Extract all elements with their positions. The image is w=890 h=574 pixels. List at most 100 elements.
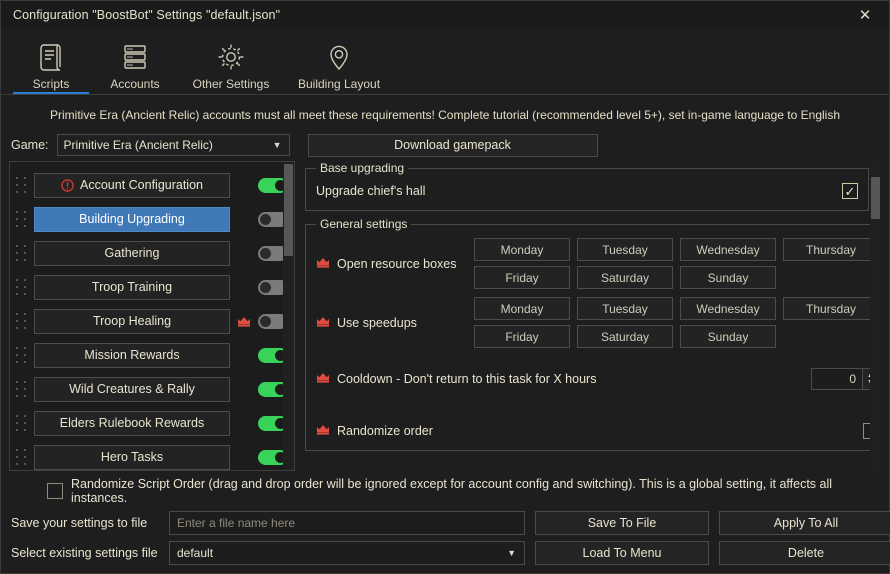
save-settings-row: Save your settings to file Save To File … — [11, 511, 879, 535]
drag-handle-icon[interactable] — [14, 209, 28, 229]
day-button-friday[interactable]: Friday — [474, 325, 570, 348]
day-button-wednesday[interactable]: Wednesday — [680, 238, 776, 261]
drag-handle-icon[interactable] — [14, 447, 28, 467]
panel-scrollbar-thumb[interactable] — [871, 177, 880, 219]
day-button-wednesday[interactable]: Wednesday — [680, 297, 776, 320]
open-resource-boxes-days: Monday Tuesday Wednesday Thursday Friday… — [474, 238, 879, 289]
save-to-file-button[interactable]: Save To File — [535, 511, 709, 535]
tab-accounts-label: Accounts — [110, 77, 159, 91]
drag-handle-icon[interactable] — [14, 175, 28, 195]
game-select-value: Primitive Era (Ancient Relic) — [64, 138, 213, 152]
tab-scripts[interactable]: Scripts — [9, 30, 93, 94]
drag-handle-icon[interactable] — [14, 379, 28, 399]
script-item-wild-creatures-rally[interactable]: Wild Creatures & Rally — [34, 377, 230, 402]
delete-button[interactable]: Delete — [719, 541, 890, 565]
window-title: Configuration "BoostBot" Settings "defau… — [13, 8, 280, 22]
randomize-order-row: Randomize order — [314, 418, 881, 444]
upgrade-chiefs-hall-checkbox[interactable] — [842, 183, 858, 199]
requirements-notice: Primitive Era (Ancient Relic) accounts m… — [1, 95, 889, 129]
script-item-gathering[interactable]: Gathering — [34, 241, 230, 266]
crown-icon — [316, 316, 330, 330]
script-item-label: Wild Creatures & Rally — [69, 382, 195, 396]
gear-icon — [216, 40, 246, 74]
crown-icon — [316, 424, 330, 438]
base-upgrading-legend: Base upgrading — [316, 161, 408, 175]
game-selection-row: Game: Primitive Era (Ancient Relic) ▼ Do… — [1, 129, 889, 161]
general-settings-group: General settings Open resource boxes Mon… — [305, 217, 881, 451]
script-item-troop-healing[interactable]: Troop Healing — [34, 309, 230, 334]
load-to-menu-button[interactable]: Load To Menu — [535, 541, 709, 565]
list-item: Hero Tasks — [10, 440, 294, 471]
script-item-troop-training[interactable]: Troop Training — [34, 275, 230, 300]
randomize-order-text: Randomize order — [337, 424, 433, 438]
day-button-saturday[interactable]: Saturday — [577, 325, 673, 348]
tab-building-layout[interactable]: Building Layout — [285, 30, 393, 94]
sidebar-scrollbar-thumb[interactable] — [284, 164, 293, 256]
script-item-elders-rulebook-rewards[interactable]: Elders Rulebook Rewards — [34, 411, 230, 436]
general-settings-legend: General settings — [316, 217, 411, 231]
filename-input[interactable] — [169, 511, 525, 535]
game-label: Game: — [11, 138, 49, 152]
apply-to-all-button[interactable]: Apply To All — [719, 511, 890, 535]
tab-scripts-label: Scripts — [33, 77, 70, 91]
day-button-tuesday[interactable]: Tuesday — [577, 238, 673, 261]
days-row-2: Friday Saturday Sunday — [474, 325, 879, 348]
sidebar-scrollbar[interactable] — [283, 162, 294, 470]
scroll-icon — [37, 40, 65, 74]
use-speedups-label: Use speedups — [316, 316, 474, 330]
save-settings-label: Save your settings to file — [11, 516, 159, 530]
list-item: Wild Creatures & Rally — [10, 372, 294, 406]
select-settings-row: Select existing settings file default ▼ … — [11, 541, 879, 565]
map-pin-icon — [325, 40, 353, 74]
cooldown-text: Cooldown - Don't return to this task for… — [337, 372, 596, 386]
close-icon[interactable]: ✕ — [845, 2, 885, 28]
day-button-saturday[interactable]: Saturday — [577, 266, 673, 289]
cooldown-stepper[interactable]: 0 ▲ ▼ — [811, 368, 879, 390]
script-item-building-upgrading[interactable]: Building Upgrading — [34, 207, 230, 232]
game-select[interactable]: Primitive Era (Ancient Relic) ▼ — [57, 134, 290, 156]
list-item: Troop Training — [10, 270, 294, 304]
tab-bar: Scripts Accounts Other Sett — [1, 29, 889, 95]
day-button-tuesday[interactable]: Tuesday — [577, 297, 673, 320]
open-resource-boxes-row: Open resource boxes Monday Tuesday Wedne… — [314, 234, 881, 293]
script-item-label: Elders Rulebook Rewards — [60, 416, 205, 430]
script-item-mission-rewards[interactable]: Mission Rewards — [34, 343, 230, 368]
list-item: Mission Rewards — [10, 338, 294, 372]
day-button-thursday[interactable]: Thursday — [783, 238, 879, 261]
settings-file-value: default — [177, 546, 213, 560]
day-button-monday[interactable]: Monday — [474, 297, 570, 320]
days-row-1: Monday Tuesday Wednesday Thursday — [474, 297, 879, 320]
warning-icon — [61, 179, 74, 192]
settings-panel: Base upgrading Upgrade chief's hall Gene… — [305, 161, 881, 471]
drag-handle-icon[interactable] — [14, 413, 28, 433]
script-item-account-configuration[interactable]: Account Configuration — [34, 173, 230, 198]
list-item: Elders Rulebook Rewards — [10, 406, 294, 440]
drag-handle-icon[interactable] — [14, 311, 28, 331]
download-gamepack-button[interactable]: Download gamepack — [308, 134, 598, 157]
script-item-hero-tasks[interactable]: Hero Tasks — [34, 445, 230, 470]
script-item-label: Building Upgrading — [79, 212, 185, 226]
use-speedups-days: Monday Tuesday Wednesday Thursday Friday… — [474, 297, 879, 348]
days-row-2: Friday Saturday Sunday — [474, 266, 879, 289]
drag-handle-icon[interactable] — [14, 345, 28, 365]
crown-icon — [236, 316, 252, 327]
drag-handle-icon[interactable] — [14, 277, 28, 297]
randomize-script-order-checkbox[interactable] — [47, 483, 63, 499]
day-button-sunday[interactable]: Sunday — [680, 266, 776, 289]
tab-other-settings[interactable]: Other Settings — [177, 30, 285, 94]
day-button-monday[interactable]: Monday — [474, 238, 570, 261]
day-button-sunday[interactable]: Sunday — [680, 325, 776, 348]
tab-other-settings-label: Other Settings — [193, 77, 270, 91]
settings-file-select[interactable]: default ▼ — [169, 541, 525, 565]
day-button-thursday[interactable]: Thursday — [783, 297, 879, 320]
day-button-friday[interactable]: Friday — [474, 266, 570, 289]
randomize-order-label: Randomize order — [316, 424, 433, 438]
script-list-sidebar: Account Configuration Building Upgrading — [9, 161, 295, 471]
tab-accounts[interactable]: Accounts — [93, 30, 177, 94]
drag-handle-icon[interactable] — [14, 243, 28, 263]
panel-scrollbar[interactable] — [870, 161, 881, 471]
open-resource-boxes-label: Open resource boxes — [316, 257, 474, 271]
list-item: Account Configuration — [10, 168, 294, 202]
cooldown-value[interactable]: 0 — [811, 368, 862, 390]
base-upgrading-group: Base upgrading Upgrade chief's hall — [305, 161, 869, 211]
